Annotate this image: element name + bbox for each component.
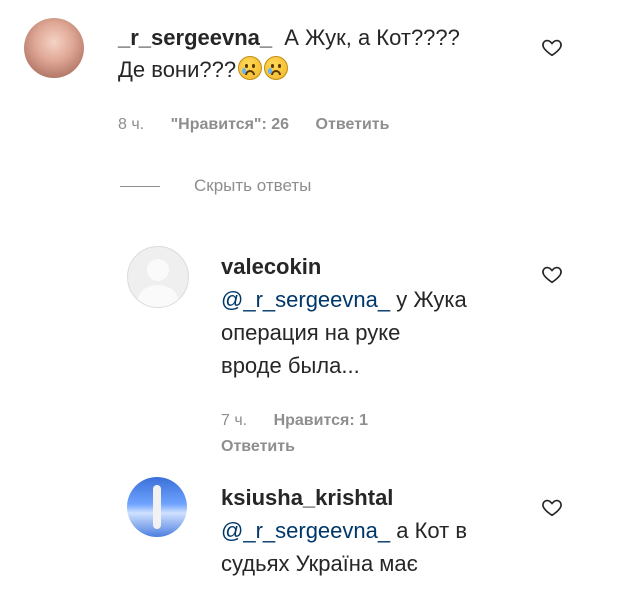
avatar[interactable]	[127, 477, 187, 537]
comment-body-line2: судьях Україна має	[221, 551, 418, 576]
username[interactable]: ksiusha_krishtal	[221, 485, 393, 510]
comment-body: а Кот в	[390, 518, 468, 543]
heart-icon[interactable]	[541, 496, 563, 518]
reply-comment: ksiusha_krishtal @_r_sergeevna_ а Кот в …	[0, 0, 620, 591]
comment-text: ksiusha_krishtal @_r_sergeevna_ а Кот в …	[221, 481, 467, 580]
avatar-figure	[153, 485, 161, 529]
mention-link[interactable]: @_r_sergeevna_	[221, 518, 390, 543]
